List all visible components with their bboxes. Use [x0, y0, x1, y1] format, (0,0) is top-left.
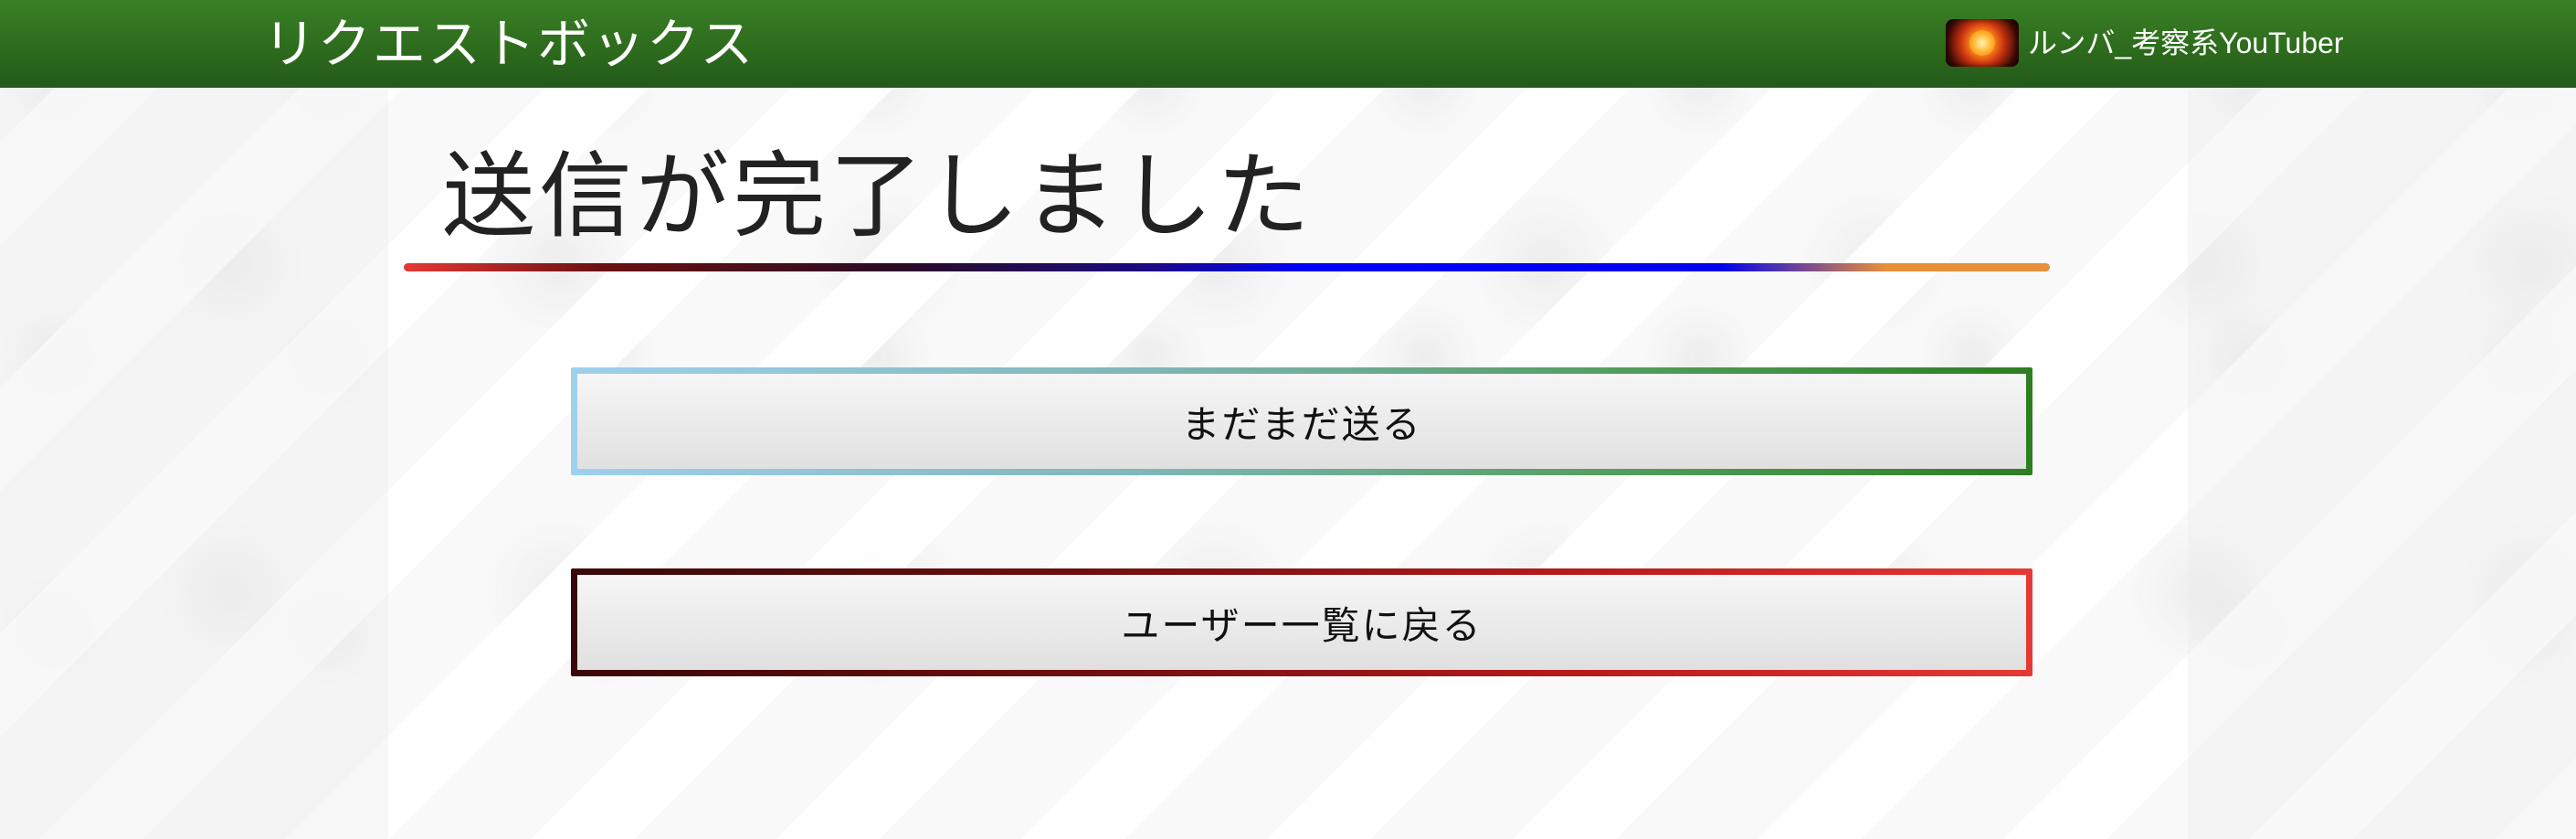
- username-label[interactable]: ルンバ_考察系YouTuber: [2028, 19, 2344, 67]
- back-to-user-list-button[interactable]: ユーザー一覧に戻る: [571, 568, 2032, 676]
- title-underline-divider: [404, 263, 2050, 271]
- page-title: 送信が完了しました: [442, 143, 1314, 251]
- top-header: リクエストボックス ルンバ_考察系YouTuber: [0, 0, 2576, 88]
- back-to-user-list-button-label[interactable]: ユーザー一覧に戻る: [577, 575, 2026, 670]
- send-more-button[interactable]: まだまだ送る: [571, 367, 2032, 475]
- background-right-panel: [2188, 88, 2576, 839]
- user-menu[interactable]: ルンバ_考察系YouTuber: [1946, 19, 2344, 67]
- main-content: 送信が完了しました まだまだ送る ユーザー一覧に戻る: [404, 137, 2050, 676]
- app-title[interactable]: リクエストボックス: [263, 7, 755, 80]
- send-more-button-label[interactable]: まだまだ送る: [577, 374, 2026, 469]
- background-left-panel: [0, 88, 388, 839]
- user-avatar-icon[interactable]: [1946, 19, 2019, 67]
- avatar-fire-glow: [1969, 30, 1995, 56]
